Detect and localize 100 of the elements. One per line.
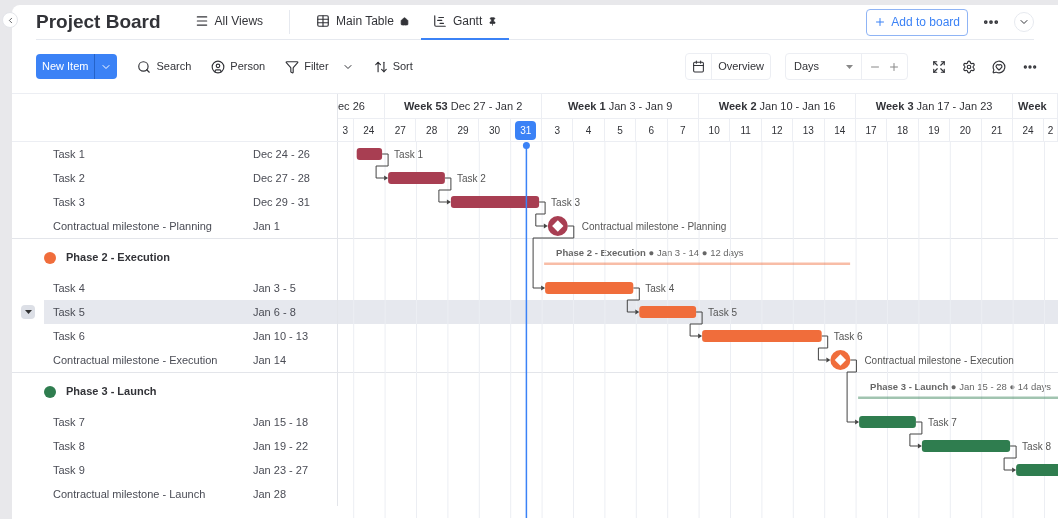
task-row[interactable]: Task 1 Dec 24 - 26 — [44, 142, 338, 166]
week-header: Week — [1013, 94, 1058, 118]
task-dates: Jan 19 - 22 — [253, 438, 309, 454]
day-label: 5 — [616, 123, 624, 138]
week-header: Week 2 Jan 10 - Jan 16 — [699, 94, 857, 118]
week-header: Week 3 Jan 17 - Jan 23 — [856, 94, 1014, 118]
bar-label: Task 8 — [1022, 440, 1051, 452]
day-label: 29 — [456, 123, 470, 138]
task-name: Task 3 — [53, 194, 86, 210]
task-dates: Jan 3 - 5 — [253, 280, 296, 296]
task-row[interactable]: Task 8 Jan 19 - 22 — [44, 434, 338, 458]
task-row[interactable]: Task 6 Jan 10 - 13 — [44, 324, 338, 348]
chat-icon[interactable] — [992, 59, 1006, 74]
zoom-in-icon[interactable] — [888, 60, 900, 73]
milestone-marker[interactable] — [547, 216, 568, 236]
day-label: 2 — [1046, 123, 1055, 138]
task-name: Task 8 — [53, 438, 86, 454]
day-label: 21 — [990, 123, 1004, 138]
sidebar-toggle-button[interactable] — [2, 12, 18, 28]
bar-label: Contractual milestone - Execution — [864, 354, 1014, 366]
task-dates: Dec 24 - 26 — [253, 146, 310, 162]
week-header: Week 53 Dec 27 - Jan 2 — [385, 94, 543, 118]
task-name: Task 4 — [53, 280, 86, 296]
task-dates: Jan 10 - 13 — [253, 328, 309, 344]
home-icon — [399, 16, 409, 26]
task-dates: Jan 1 — [253, 218, 280, 234]
pin-icon — [488, 16, 498, 26]
task-row[interactable]: Task 5 Jan 6 - 8 — [44, 300, 338, 324]
task-dates: Jan 15 - 18 — [253, 414, 309, 430]
day-label: 30 — [487, 123, 501, 138]
bar-label: Task 4 — [645, 282, 675, 294]
calendar-icon — [692, 60, 706, 73]
task-dates: Dec 27 - 28 — [253, 170, 310, 186]
settings-icon[interactable] — [962, 59, 976, 74]
task-row[interactable]: Contractual milestone - Launch Jan 28 — [44, 482, 338, 506]
view-tab[interactable]: Main Table — [304, 5, 421, 40]
week-header: ec 26 — [338, 94, 386, 118]
caret-icon — [24, 310, 32, 314]
task-dates: Dec 29 - 31 — [253, 194, 310, 210]
day-label: 10 — [707, 123, 721, 138]
board-title: Project Board — [36, 9, 161, 34]
overview-button[interactable]: Overview — [685, 53, 771, 80]
task-row[interactable]: Task 2 Dec 27 - 28 — [44, 166, 338, 190]
bar-label: Contractual milestone - Planning — [581, 220, 727, 232]
group-name[interactable]: Phase 3 - Launch — [66, 383, 157, 400]
dependency-arrow — [375, 153, 389, 181]
task-row[interactable]: Contractual milestone - Execution Jan 14 — [44, 348, 338, 372]
task-name: Contractual milestone - Launch — [53, 486, 207, 502]
toolbar-button[interactable]: Filter — [285, 58, 354, 75]
view-tab[interactable]: Gantt — [420, 5, 510, 40]
task-dates: Jan 14 — [253, 352, 287, 368]
bar-label: Task 1 — [394, 148, 423, 160]
plus-icon — [874, 16, 887, 28]
task-bar[interactable] — [921, 440, 1011, 452]
task-name: Task 7 — [53, 414, 86, 430]
dependency-arrow — [909, 421, 923, 449]
day-label: 24 — [362, 123, 376, 138]
day-label: 11 — [739, 123, 752, 138]
toolbar-button[interactable]: Sort — [373, 58, 413, 75]
dependency-arrow — [689, 311, 703, 339]
gantt-icon — [432, 14, 447, 28]
menu-icon — [194, 14, 209, 28]
row-menu-button[interactable] — [21, 305, 35, 319]
bar-label: Task 2 — [456, 172, 486, 184]
day-label: 27 — [393, 123, 407, 138]
task-row[interactable]: Task 3 Dec 29 - 31 — [44, 190, 338, 214]
task-row[interactable]: Task 9 Jan 23 - 27 — [44, 458, 338, 482]
bar-label: Task 5 — [708, 306, 737, 318]
add-to-board-button[interactable]: Add to board — [866, 8, 968, 36]
bar-label: Task 6 — [833, 330, 863, 342]
day-label: 18 — [895, 123, 910, 138]
day-label: 3 — [553, 123, 561, 138]
day-label: 12 — [770, 123, 784, 138]
toolbar-button[interactable]: Person — [211, 58, 266, 75]
view-tab[interactable]: All Views — [182, 5, 276, 40]
search-icon — [137, 59, 152, 74]
group-name[interactable]: Phase 2 - Execution — [66, 249, 170, 266]
task-bar[interactable] — [450, 196, 540, 208]
day-label: 19 — [927, 123, 941, 138]
task-row[interactable]: Task 7 Jan 15 - 18 — [44, 410, 338, 434]
task-bar[interactable] — [356, 148, 383, 160]
new-item-button[interactable]: New Item — [36, 54, 118, 79]
day-label: 3 — [341, 123, 350, 138]
task-name: Contractual milestone - Planning — [53, 218, 213, 234]
milestone-marker[interactable] — [830, 350, 851, 370]
day-label: 4 — [584, 123, 593, 138]
table-icon — [316, 14, 331, 28]
toolbar-button[interactable]: Search — [137, 58, 192, 75]
task-name: Task 1 — [53, 146, 86, 162]
dependency-arrow — [817, 335, 831, 363]
new-item-label[interactable]: New Item — [36, 54, 95, 79]
fullscreen-icon[interactable] — [932, 59, 946, 74]
dependency-arrow — [1003, 445, 1017, 473]
day-label: 24 — [1021, 123, 1035, 138]
task-name: Task 5 — [53, 304, 86, 320]
scale-dropdown[interactable]: Days — [786, 54, 862, 79]
task-row[interactable]: Contractual milestone - Planning Jan 1 — [44, 214, 338, 238]
day-label: 6 — [647, 123, 656, 138]
person-icon — [211, 59, 226, 74]
day-label: 31 — [515, 120, 537, 140]
